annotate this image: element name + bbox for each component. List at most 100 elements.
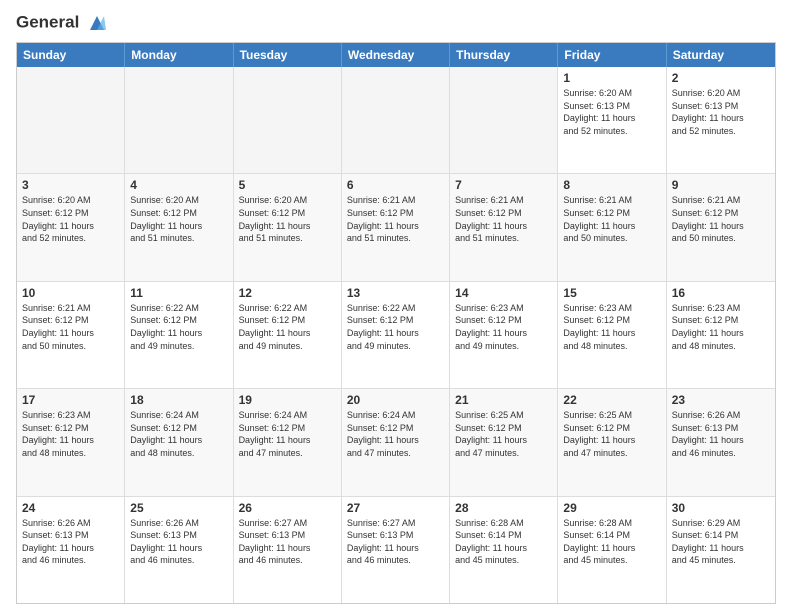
empty-cell: [342, 67, 450, 173]
day-info: Sunrise: 6:21 AM Sunset: 6:12 PM Dayligh…: [455, 194, 552, 244]
day-info: Sunrise: 6:24 AM Sunset: 6:12 PM Dayligh…: [347, 409, 444, 459]
calendar-body: 1 Sunrise: 6:20 AM Sunset: 6:13 PM Daylig…: [17, 67, 775, 603]
day-info: Sunrise: 6:28 AM Sunset: 6:14 PM Dayligh…: [455, 517, 552, 567]
day-info: Sunrise: 6:27 AM Sunset: 6:13 PM Dayligh…: [347, 517, 444, 567]
day-number: 22: [563, 393, 660, 407]
logo-icon: [86, 12, 108, 34]
day-cell-8: 8Sunrise: 6:21 AM Sunset: 6:12 PM Daylig…: [558, 174, 666, 280]
header-day-tuesday: Tuesday: [234, 43, 342, 67]
day-number: 3: [22, 178, 119, 192]
empty-cell: [125, 67, 233, 173]
day-number: 23: [672, 393, 770, 407]
day-cell-26: 26Sunrise: 6:27 AM Sunset: 6:13 PM Dayli…: [234, 497, 342, 603]
calendar-header: SundayMondayTuesdayWednesdayThursdayFrid…: [17, 43, 775, 67]
day-number: 6: [347, 178, 444, 192]
day-number: 12: [239, 286, 336, 300]
day-cell-15: 15 Sunrise: 6:23 AM Sunset: 6:12 PM Dayli…: [558, 282, 666, 388]
day-info: Sunrise: 6:22 AM Sunset: 6:12 PM Dayligh…: [347, 302, 444, 352]
day-cell-18: 18 Sunrise: 6:24 AM Sunset: 6:12 PM Dayli…: [125, 389, 233, 495]
empty-cell: [234, 67, 342, 173]
day-cell-10: 10Sunrise: 6:21 AM Sunset: 6:12 PM Dayli…: [17, 282, 125, 388]
day-cell-7: 7 Sunrise: 6:21 AM Sunset: 6:12 PM Daylig…: [450, 174, 558, 280]
day-number: 27: [347, 501, 444, 515]
logo: General: [16, 12, 108, 34]
day-cell-2: 2 Sunrise: 6:20 AM Sunset: 6:13 PM Daylig…: [667, 67, 775, 173]
day-cell-16: 16 Sunrise: 6:23 AM Sunset: 6:12 PM Dayli…: [667, 282, 775, 388]
day-number: 1: [563, 71, 660, 85]
day-info: Sunrise: 6:26 AM Sunset: 6:13 PM Dayligh…: [22, 517, 119, 567]
day-info: Sunrise: 6:26 AM Sunset: 6:13 PM Dayligh…: [672, 409, 770, 459]
header-day-saturday: Saturday: [667, 43, 775, 67]
day-number: 18: [130, 393, 227, 407]
day-number: 28: [455, 501, 552, 515]
day-number: 25: [130, 501, 227, 515]
calendar-row-1: 3 Sunrise: 6:20 AM Sunset: 6:12 PM Daylig…: [17, 173, 775, 280]
day-number: 17: [22, 393, 119, 407]
day-number: 13: [347, 286, 444, 300]
day-number: 8: [563, 178, 660, 192]
day-cell-28: 28 Sunrise: 6:28 AM Sunset: 6:14 PM Dayli…: [450, 497, 558, 603]
day-info: Sunrise: 6:26 AM Sunset: 6:13 PM Dayligh…: [130, 517, 227, 567]
day-info: Sunrise: 6:23 AM Sunset: 6:12 PM Dayligh…: [455, 302, 552, 352]
day-cell-20: 20 Sunrise: 6:24 AM Sunset: 6:12 PM Dayli…: [342, 389, 450, 495]
day-cell-5: 5 Sunrise: 6:20 AM Sunset: 6:12 PM Daylig…: [234, 174, 342, 280]
day-cell-19: 19Sunrise: 6:24 AM Sunset: 6:12 PM Dayli…: [234, 389, 342, 495]
calendar-row-0: 1 Sunrise: 6:20 AM Sunset: 6:13 PM Daylig…: [17, 67, 775, 173]
empty-cell: [450, 67, 558, 173]
day-info: Sunrise: 6:20 AM Sunset: 6:13 PM Dayligh…: [672, 87, 770, 137]
day-info: Sunrise: 6:27 AM Sunset: 6:13 PM Dayligh…: [239, 517, 336, 567]
day-info: Sunrise: 6:20 AM Sunset: 6:12 PM Dayligh…: [239, 194, 336, 244]
day-info: Sunrise: 6:25 AM Sunset: 6:12 PM Dayligh…: [455, 409, 552, 459]
day-info: Sunrise: 6:28 AM Sunset: 6:14 PM Dayligh…: [563, 517, 660, 567]
day-cell-12: 12 Sunrise: 6:22 AM Sunset: 6:12 PM Dayli…: [234, 282, 342, 388]
day-cell-29: 29Sunrise: 6:28 AM Sunset: 6:14 PM Dayli…: [558, 497, 666, 603]
day-cell-1: 1Sunrise: 6:20 AM Sunset: 6:13 PM Daylig…: [558, 67, 666, 173]
page: General SundayMondayTuesdayWednesdayThur…: [0, 0, 792, 612]
logo-general: General: [16, 12, 108, 34]
day-cell-4: 4 Sunrise: 6:20 AM Sunset: 6:12 PM Daylig…: [125, 174, 233, 280]
header-day-friday: Friday: [558, 43, 666, 67]
header: General: [16, 12, 776, 34]
day-number: 21: [455, 393, 552, 407]
day-info: Sunrise: 6:23 AM Sunset: 6:12 PM Dayligh…: [563, 302, 660, 352]
day-info: Sunrise: 6:20 AM Sunset: 6:12 PM Dayligh…: [130, 194, 227, 244]
day-number: 5: [239, 178, 336, 192]
day-cell-24: 24 Sunrise: 6:26 AM Sunset: 6:13 PM Dayli…: [17, 497, 125, 603]
day-cell-11: 11 Sunrise: 6:22 AM Sunset: 6:12 PM Dayli…: [125, 282, 233, 388]
day-number: 4: [130, 178, 227, 192]
day-info: Sunrise: 6:25 AM Sunset: 6:12 PM Dayligh…: [563, 409, 660, 459]
day-number: 9: [672, 178, 770, 192]
header-day-thursday: Thursday: [450, 43, 558, 67]
day-number: 15: [563, 286, 660, 300]
day-cell-30: 30 Sunrise: 6:29 AM Sunset: 6:14 PM Dayli…: [667, 497, 775, 603]
day-info: Sunrise: 6:22 AM Sunset: 6:12 PM Dayligh…: [130, 302, 227, 352]
calendar-row-2: 10Sunrise: 6:21 AM Sunset: 6:12 PM Dayli…: [17, 281, 775, 388]
day-number: 7: [455, 178, 552, 192]
day-cell-6: 6 Sunrise: 6:21 AM Sunset: 6:12 PM Daylig…: [342, 174, 450, 280]
day-cell-13: 13 Sunrise: 6:22 AM Sunset: 6:12 PM Dayli…: [342, 282, 450, 388]
day-info: Sunrise: 6:23 AM Sunset: 6:12 PM Dayligh…: [672, 302, 770, 352]
day-info: Sunrise: 6:20 AM Sunset: 6:12 PM Dayligh…: [22, 194, 119, 244]
day-info: Sunrise: 6:21 AM Sunset: 6:12 PM Dayligh…: [347, 194, 444, 244]
day-cell-27: 27 Sunrise: 6:27 AM Sunset: 6:13 PM Dayli…: [342, 497, 450, 603]
day-cell-22: 22 Sunrise: 6:25 AM Sunset: 6:12 PM Dayli…: [558, 389, 666, 495]
day-info: Sunrise: 6:22 AM Sunset: 6:12 PM Dayligh…: [239, 302, 336, 352]
day-number: 16: [672, 286, 770, 300]
day-info: Sunrise: 6:29 AM Sunset: 6:14 PM Dayligh…: [672, 517, 770, 567]
day-cell-14: 14Sunrise: 6:23 AM Sunset: 6:12 PM Dayli…: [450, 282, 558, 388]
day-number: 30: [672, 501, 770, 515]
day-number: 10: [22, 286, 119, 300]
header-day-wednesday: Wednesday: [342, 43, 450, 67]
day-cell-17: 17Sunrise: 6:23 AM Sunset: 6:12 PM Dayli…: [17, 389, 125, 495]
day-number: 19: [239, 393, 336, 407]
day-number: 20: [347, 393, 444, 407]
day-info: Sunrise: 6:24 AM Sunset: 6:12 PM Dayligh…: [130, 409, 227, 459]
day-number: 11: [130, 286, 227, 300]
calendar-row-3: 17Sunrise: 6:23 AM Sunset: 6:12 PM Dayli…: [17, 388, 775, 495]
day-number: 24: [22, 501, 119, 515]
calendar-row-4: 24 Sunrise: 6:26 AM Sunset: 6:13 PM Dayli…: [17, 496, 775, 603]
calendar: SundayMondayTuesdayWednesdayThursdayFrid…: [16, 42, 776, 604]
day-cell-23: 23 Sunrise: 6:26 AM Sunset: 6:13 PM Dayli…: [667, 389, 775, 495]
day-number: 2: [672, 71, 770, 85]
day-cell-25: 25 Sunrise: 6:26 AM Sunset: 6:13 PM Dayli…: [125, 497, 233, 603]
